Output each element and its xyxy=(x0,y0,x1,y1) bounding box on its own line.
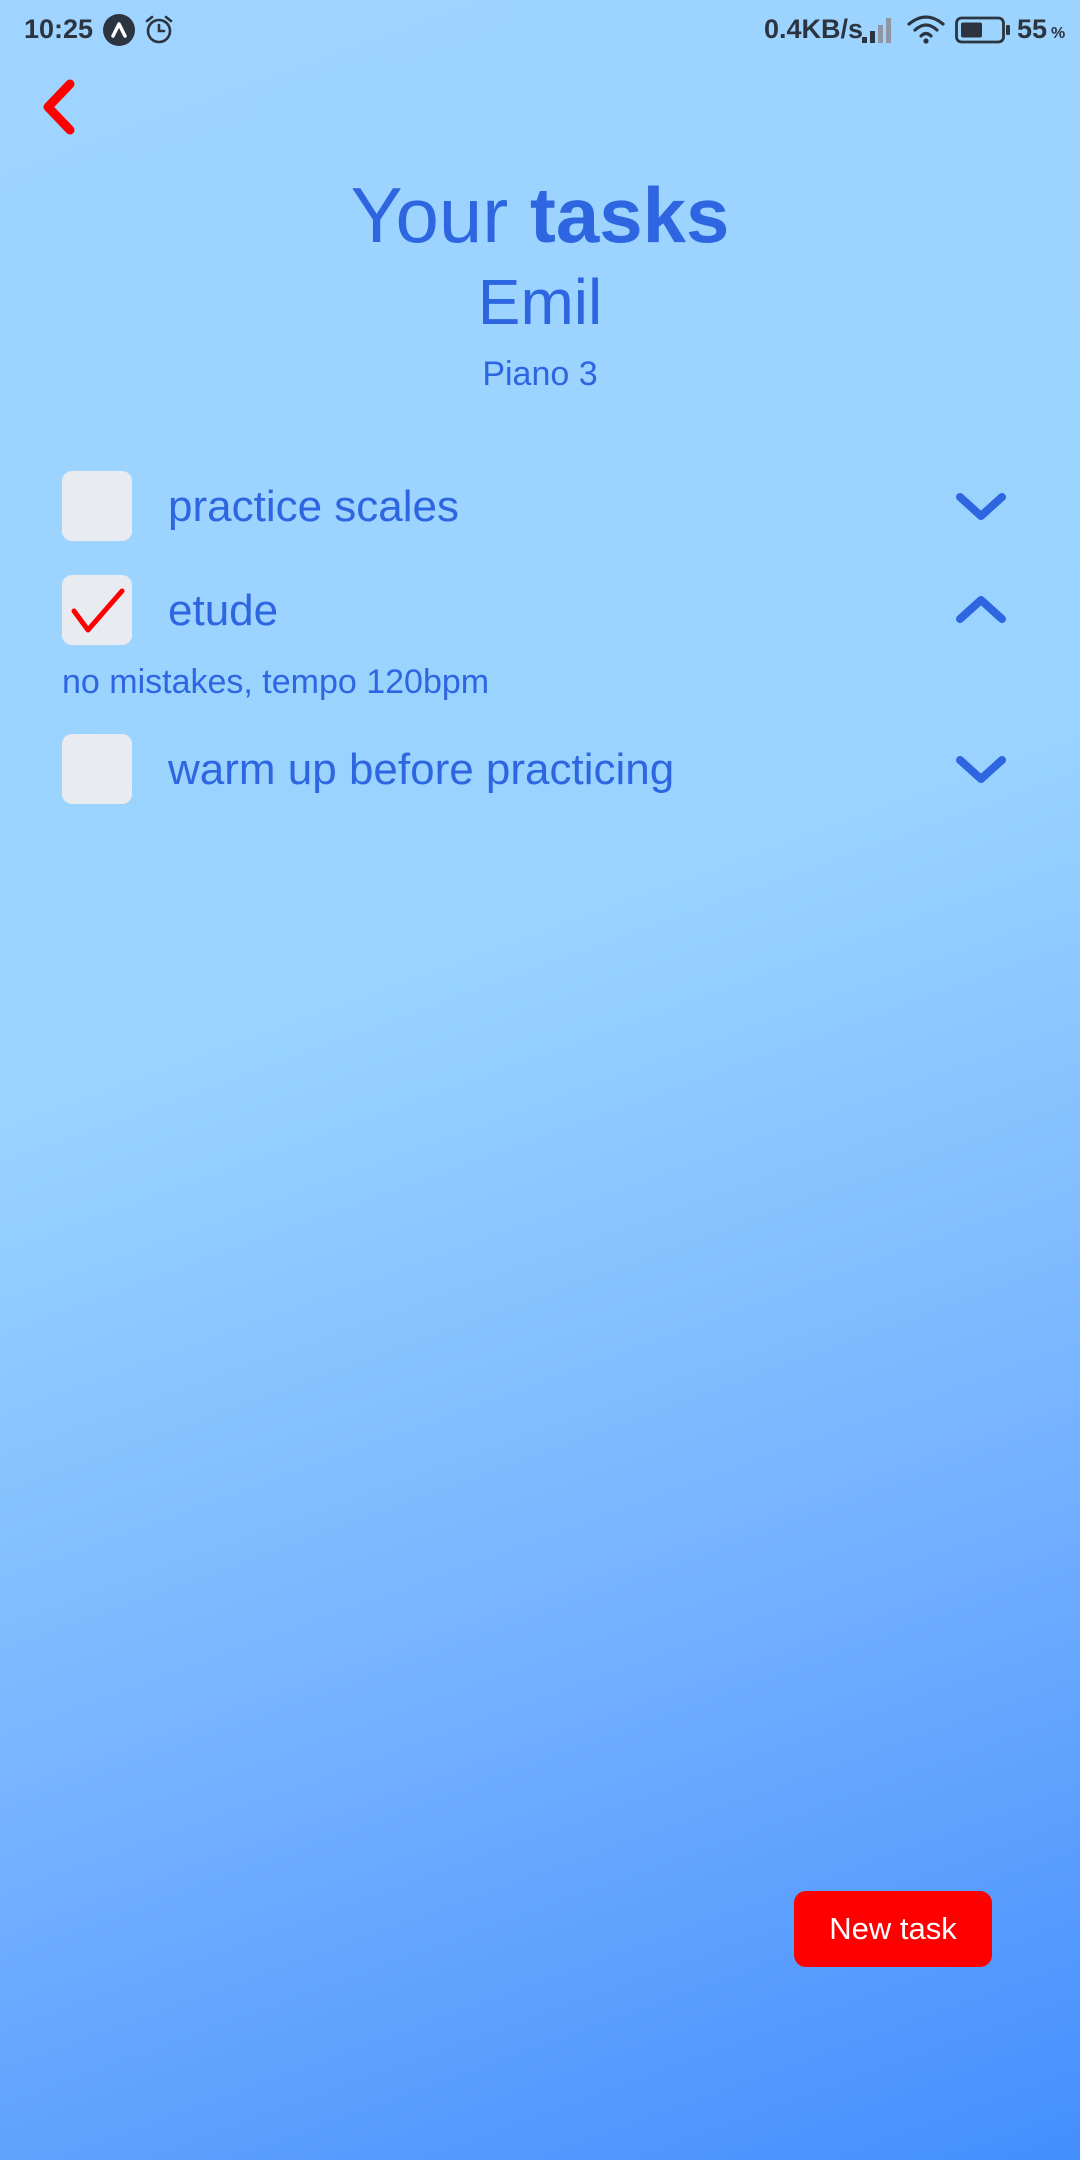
task-row: warm up before practicing xyxy=(0,730,1080,810)
page-title: Your tasks xyxy=(0,170,1080,260)
task-checkbox[interactable] xyxy=(62,471,132,541)
collapse-button[interactable] xyxy=(950,585,1012,635)
course-name: Piano 3 xyxy=(482,355,598,393)
status-bar: 10:25 0.4KB/s 55 % xyxy=(0,0,1080,62)
chevron-left-icon xyxy=(43,79,75,135)
chevron-down-icon xyxy=(956,493,1006,520)
task-checkbox[interactable] xyxy=(62,734,132,804)
page-title-bold: tasks xyxy=(529,171,730,259)
task-label[interactable]: practice scales xyxy=(168,481,459,533)
expand-button[interactable] xyxy=(950,481,1012,531)
new-task-button[interactable]: New task xyxy=(794,1891,992,1967)
battery-percentage-sign: % xyxy=(1051,25,1066,42)
task-row: etude xyxy=(0,571,1080,651)
battery-percentage-value: 55 xyxy=(1017,14,1048,44)
expand-button[interactable] xyxy=(950,744,1012,794)
checkmark-icon xyxy=(71,588,125,633)
task-label[interactable]: warm up before practicing xyxy=(168,744,674,796)
network-speed: 0.4KB/s xyxy=(764,14,864,44)
signal-icon xyxy=(862,16,896,51)
task-checkbox[interactable] xyxy=(62,575,132,645)
task-row: practice scales xyxy=(0,467,1080,547)
battery-icon xyxy=(955,16,1011,51)
alarm-icon xyxy=(144,14,174,53)
app-notification-icon xyxy=(103,14,135,46)
task-label[interactable]: etude xyxy=(168,585,278,637)
status-time: 10:25 xyxy=(24,14,94,44)
chevron-up-icon xyxy=(956,596,1006,623)
battery-percentage: 55% xyxy=(1017,14,1065,45)
page-title-regular: Your xyxy=(350,171,509,259)
task-note: no mistakes, tempo 120bpm xyxy=(62,663,490,701)
back-button[interactable] xyxy=(34,72,94,142)
student-name: Emil xyxy=(477,266,603,338)
wifi-icon xyxy=(907,14,945,51)
chevron-down-icon xyxy=(956,756,1006,783)
